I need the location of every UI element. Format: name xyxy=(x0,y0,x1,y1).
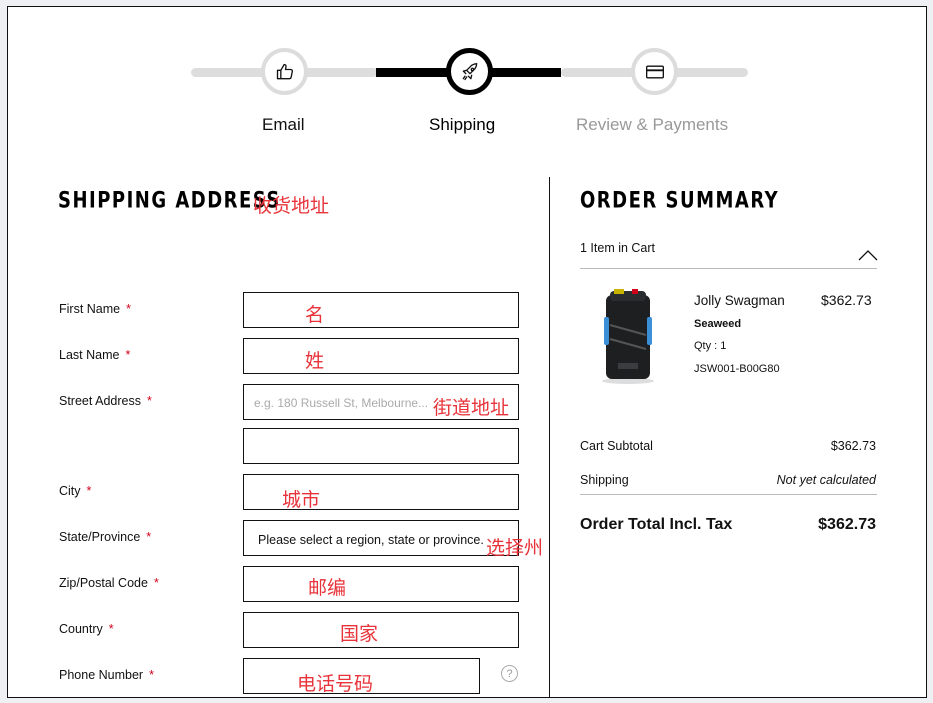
product-name[interactable]: Jolly Swagman xyxy=(694,293,785,308)
product-price: $362.73 xyxy=(821,292,872,308)
help-icon[interactable]: ? xyxy=(501,665,518,682)
state-annotation: 选择州 xyxy=(486,537,544,559)
column-divider xyxy=(549,177,550,697)
street-annotation: 街道地址 xyxy=(433,397,510,419)
zip-annotation: 邮编 xyxy=(308,577,347,599)
heading-annotation: 收货地址 xyxy=(253,195,330,217)
progress-track xyxy=(298,68,378,77)
first-name-input[interactable] xyxy=(243,292,519,328)
chevron-up-icon[interactable] xyxy=(858,250,878,261)
product-qty: Qty : 1 xyxy=(694,340,727,352)
shipping-value: Not yet calculated xyxy=(776,473,876,487)
zip-label: Zip/Postal Code * xyxy=(59,576,159,590)
items-in-cart: 1 Item in Cart xyxy=(580,241,656,255)
totals-divider xyxy=(580,494,877,495)
product-sku: JSW001-B00G80 xyxy=(694,363,780,375)
product-image xyxy=(602,289,654,384)
street-address-line2-input[interactable] xyxy=(243,428,519,464)
city-label: City * xyxy=(59,484,92,498)
street-address-label: Street Address * xyxy=(59,394,152,408)
country-select[interactable] xyxy=(243,612,519,648)
step-email-circle[interactable] xyxy=(261,48,308,95)
step-shipping-circle[interactable] xyxy=(446,48,493,95)
step-review-circle[interactable] xyxy=(631,48,678,95)
shipping-address-heading: SHIPPING ADDRESS xyxy=(58,186,281,214)
shipping-label: Shipping xyxy=(580,473,629,487)
last-name-label: Last Name * xyxy=(59,348,131,362)
step-shipping-label[interactable]: Shipping xyxy=(429,115,495,135)
last-name-input[interactable] xyxy=(243,338,519,374)
credit-card-icon xyxy=(645,65,664,78)
step-email-label[interactable]: Email xyxy=(262,115,305,135)
phone-label: Phone Number * xyxy=(59,668,154,682)
phone-annotation: 电话号码 xyxy=(297,673,374,695)
country-label: Country * xyxy=(59,622,114,636)
city-annotation: 城市 xyxy=(282,489,321,511)
order-summary-heading: ORDER SUMMARY xyxy=(580,186,780,214)
state-label: State/Province * xyxy=(59,530,152,544)
order-total-value: $362.73 xyxy=(818,516,876,533)
summary-divider xyxy=(580,268,877,269)
zip-input[interactable] xyxy=(243,566,519,602)
first-name-label: First Name * xyxy=(59,302,131,316)
step-review-label[interactable]: Review & Payments xyxy=(576,115,728,135)
order-total-label: Order Total Incl. Tax xyxy=(580,516,733,533)
checkout-page: Email Shipping Review & Payments SHIPPIN… xyxy=(7,6,927,698)
street-address-placeholder: e.g. 180 Russell St, Melbourne... xyxy=(254,396,429,410)
rocket-icon xyxy=(462,62,477,80)
state-select[interactable]: Please select a region, state or provinc… xyxy=(243,520,519,556)
subtotal-value: $362.73 xyxy=(830,439,876,453)
subtotal-label: Cart Subtotal xyxy=(580,439,653,453)
country-annotation: 国家 xyxy=(340,623,379,645)
first-name-annotation: 名 xyxy=(305,304,325,326)
thumbs-up-icon xyxy=(276,63,293,79)
last-name-annotation: 姓 xyxy=(305,350,325,372)
state-select-value: Please select a region, state or provinc… xyxy=(258,533,484,547)
product-color: Seaweed xyxy=(694,318,742,330)
